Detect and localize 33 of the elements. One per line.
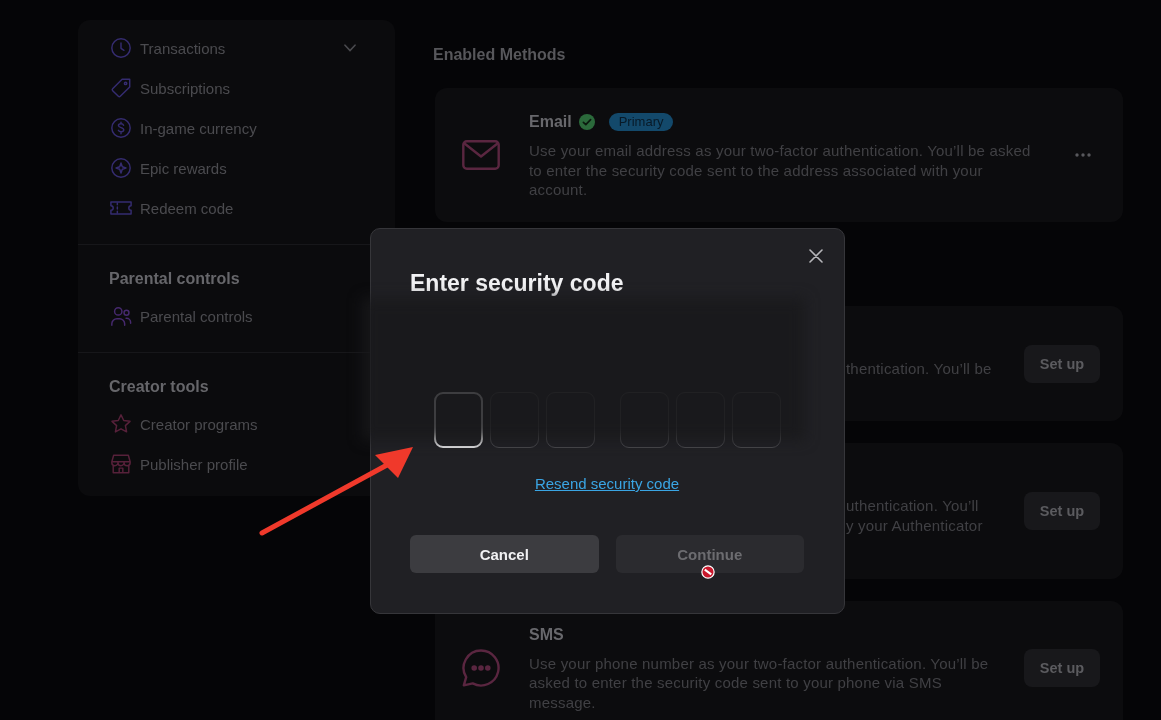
speech-bubble-icon: [462, 648, 500, 687]
storefront-icon: [110, 453, 132, 475]
method-title: SMS: [529, 625, 564, 644]
dialog-title: Enter security code: [410, 269, 624, 297]
not-allowed-cursor-icon: [701, 565, 715, 579]
sparkle-icon: [110, 157, 132, 179]
method-title: Email: [529, 113, 572, 131]
more-icon[interactable]: [1075, 153, 1091, 158]
people-icon: [110, 305, 132, 327]
sidebar-section-heading: Creator tools: [109, 377, 209, 397]
sidebar-item[interactable]: Publisher profile: [110, 444, 248, 484]
resend-code-link[interactable]: Resend security code: [534, 475, 680, 492]
sidebar-item[interactable]: Epic rewards: [110, 148, 227, 188]
sidebar-item[interactable]: Redeem code: [110, 188, 234, 228]
star-icon: [110, 413, 132, 435]
set-up-button[interactable]: Set up: [1024, 344, 1100, 383]
sidebar-item[interactable]: In-game currency: [110, 108, 257, 148]
sidebar-item[interactable]: Subscriptions: [110, 68, 231, 108]
set-up-button[interactable]: Set up: [1024, 491, 1100, 530]
sidebar-item[interactable]: Transactions: [110, 28, 226, 68]
envelope-icon: [462, 140, 500, 171]
sidebar-item[interactable]: Creator programs: [110, 404, 258, 444]
primary-badge: Primary: [608, 113, 674, 131]
cancel-button[interactable]: Cancel: [410, 535, 599, 573]
tag-icon: [110, 77, 132, 99]
dollar-icon: [110, 117, 132, 139]
sidebar-section-heading: Parental controls: [109, 269, 240, 289]
close-icon: [809, 249, 823, 263]
section-heading: Enabled Methods: [433, 45, 566, 65]
clock-icon: [110, 37, 132, 59]
set-up-button[interactable]: Set up: [1024, 648, 1100, 687]
chevron-down-icon[interactable]: [344, 44, 356, 52]
sidebar-item[interactable]: Parental controls: [110, 296, 253, 336]
